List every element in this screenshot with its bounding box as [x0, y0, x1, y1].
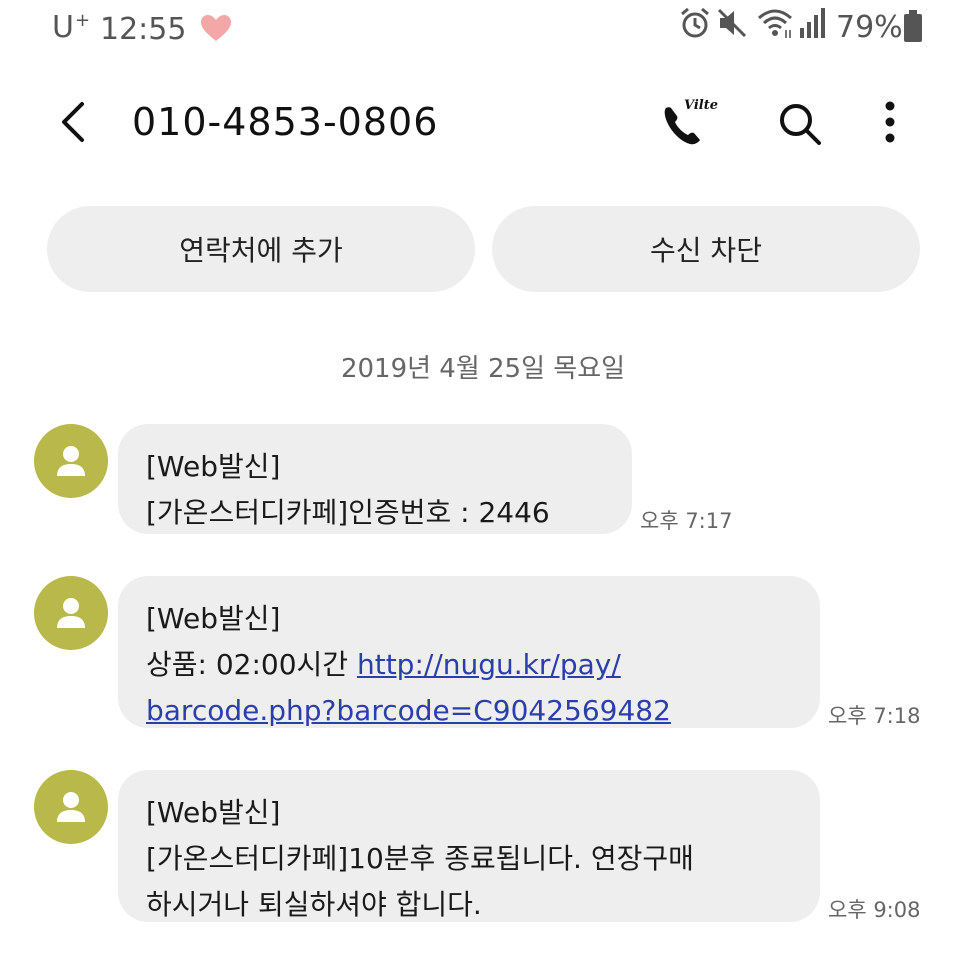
alarm-icon	[681, 7, 709, 38]
message-time: 오후 7:18	[828, 704, 921, 728]
message-bubble[interactable]: [Web발신] 상품: 02:00시간 http://nugu.kr/pay/ …	[118, 576, 820, 728]
conversation-header: 010-4853-0806 Vilte	[0, 78, 966, 168]
carrier-label: U+	[52, 10, 92, 45]
message-line: barcode.php?barcode=C9042569482	[146, 688, 792, 734]
status-bar: U+ 12:55 79%	[0, 0, 966, 58]
messages-screen: U+ 12:55 79% 010-4853-0806 Vilte 연락처에 추가…	[0, 0, 966, 965]
person-icon	[57, 446, 85, 476]
message-line: [Web발신]	[146, 450, 281, 483]
message-link[interactable]: barcode.php?barcode=C9042569482	[146, 694, 671, 727]
heart-icon	[201, 15, 231, 41]
message-line: [가온스터디카페]10분후 종료됩니다. 연장구매	[146, 842, 694, 875]
more-options-icon[interactable]	[868, 98, 912, 146]
sender-avatar[interactable]	[34, 770, 108, 844]
message-line: 상품: 02:00시간 http://nugu.kr/pay/	[146, 642, 792, 688]
message-time: 오후 9:08	[828, 898, 921, 922]
date-separator: 2019년 4월 25일 목요일	[340, 354, 626, 384]
message-bubble[interactable]: [Web발신] [가온스터디카페]인증번호 : 2446	[118, 424, 632, 534]
sender-avatar[interactable]	[34, 576, 108, 650]
video-call-button[interactable]: Vilte	[656, 96, 720, 152]
sender-avatar[interactable]	[34, 424, 108, 498]
contact-number: 010-4853-0806	[132, 100, 439, 144]
mute-icon	[717, 8, 747, 38]
battery-icon	[904, 10, 922, 42]
add-contact-button[interactable]: 연락처에 추가	[47, 206, 475, 292]
message-line: [Web발신]	[146, 796, 281, 829]
wifi-icon	[758, 9, 792, 38]
search-icon[interactable]	[776, 100, 824, 148]
vilte-badge: Vilte	[684, 98, 719, 113]
message-time: 오후 7:17	[640, 509, 733, 533]
message-line: [Web발신]	[146, 602, 281, 635]
back-arrow-icon[interactable]	[50, 98, 98, 146]
status-clock: 12:55	[100, 12, 187, 47]
block-number-button[interactable]: 수신 차단	[492, 206, 920, 292]
person-icon	[57, 598, 85, 628]
signal-icon	[800, 8, 825, 38]
message-link[interactable]: http://nugu.kr/pay/	[357, 648, 621, 681]
battery-percent: 79%	[836, 10, 903, 45]
message-line: [가온스터디카페]인증번호 : 2446	[146, 496, 550, 529]
message-text: 상품: 02:00시간	[146, 648, 357, 681]
message-line: 하시거나 퇴실하셔야 합니다.	[146, 888, 482, 921]
person-icon	[57, 792, 85, 822]
message-bubble[interactable]: [Web발신] [가온스터디카페]10분후 종료됩니다. 연장구매 하시거나 퇴…	[118, 770, 820, 922]
